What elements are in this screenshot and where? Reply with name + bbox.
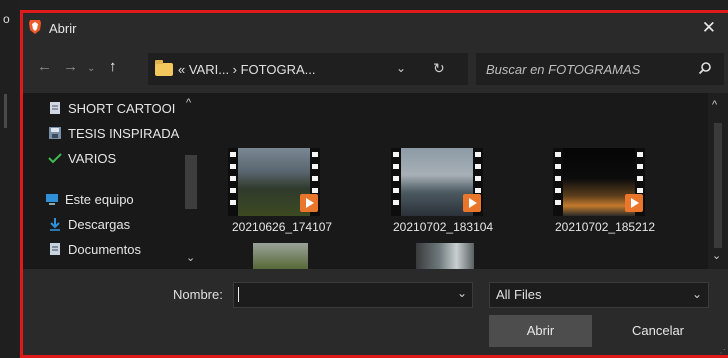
file-thumbnail[interactable] (416, 243, 474, 269)
sidebar-item-descargas[interactable]: Descargas (48, 217, 130, 237)
file-grid-scrollbar[interactable]: ^ ⌄ (708, 93, 728, 269)
navigation-pane: SHORT CARTOOI TESIS INSPIRADA VARIOS Est… (23, 93, 208, 269)
screen: o Abrir ✕ ← → ⌄ ↑ « VARI... › FOTOGRA...… (0, 0, 728, 358)
sidebar-item-label: VARIOS (68, 151, 117, 166)
save-disk-icon (49, 127, 61, 139)
sidebar-item-este-equipo[interactable]: Este equipo (45, 192, 134, 212)
filename-input[interactable] (233, 282, 473, 308)
chevron-down-icon[interactable]: ⌄ (396, 61, 406, 75)
up-arrow-icon[interactable]: ↑ (109, 59, 117, 75)
scroll-down-icon[interactable]: ⌄ (186, 251, 195, 264)
video-play-icon (463, 194, 481, 212)
navigation-bar: ← → ⌄ ↑ « VARI... › FOTOGRA... ⌄ ↻ Busca… (23, 43, 728, 93)
sidebar-item-documentos[interactable]: Documentos (48, 242, 141, 262)
address-path[interactable]: « VARI... › FOTOGRA... (178, 62, 315, 77)
filetype-select[interactable]: All Files ⌄ (489, 282, 709, 308)
document-icon (50, 243, 60, 255)
sidebar-item-label: Descargas (68, 217, 131, 232)
search-box[interactable]: Buscar en FOTOGRAMAS (476, 53, 724, 85)
cancel-button[interactable]: Cancelar (607, 315, 709, 347)
app-logo-icon (29, 20, 41, 34)
filename-label: Nombre: (173, 287, 223, 302)
download-icon (50, 218, 60, 231)
text-caret (238, 287, 239, 302)
chevron-down-icon[interactable]: ⌄ (87, 61, 95, 77)
chevron-down-icon[interactable]: ⌄ (692, 287, 702, 301)
scroll-up-icon[interactable]: ^ (712, 99, 717, 111)
search-icon[interactable] (698, 61, 712, 75)
refresh-icon[interactable]: ↻ (433, 60, 445, 77)
search-input[interactable]: Buscar en FOTOGRAMAS (486, 62, 640, 77)
back-arrow-icon[interactable]: ← (37, 59, 52, 75)
file-thumbnail[interactable] (253, 243, 308, 269)
file-name[interactable]: 20210702_183104 (393, 220, 493, 234)
film-strip (228, 148, 238, 216)
forward-arrow-icon[interactable]: → (63, 59, 78, 75)
chevron-down-icon[interactable]: ⌄ (457, 286, 467, 300)
dialog-footer: Nombre: ⌄ All Files ⌄ Abrir Cancelar ⋰ (23, 269, 728, 355)
background-scrollbar (4, 94, 7, 128)
open-button[interactable]: Abrir (489, 315, 592, 347)
file-grid: 20210626_174107 20210702_183104 20210702… (208, 93, 708, 269)
sidebar-item-varios[interactable]: VARIOS (48, 151, 116, 171)
open-file-dialog: Abrir ✕ ← → ⌄ ↑ « VARI... › FOTOGRA... ⌄… (20, 10, 728, 358)
sidebar-item-label: Este equipo (65, 192, 134, 207)
file-thumbnail[interactable] (391, 148, 483, 216)
document-icon (50, 102, 60, 114)
scroll-up-icon[interactable]: ^ (186, 97, 191, 109)
folder-icon (155, 60, 173, 76)
file-name[interactable]: 20210702_185212 (555, 220, 655, 234)
filetype-value[interactable]: All Files (496, 287, 542, 302)
background-glyph: o (3, 12, 10, 26)
sidebar-item-short-cartoon[interactable]: SHORT CARTOOI (48, 101, 175, 121)
file-thumbnail[interactable] (553, 148, 645, 216)
sidebar-item-label: TESIS INSPIRADA (68, 126, 180, 141)
title-bar: Abrir ✕ (23, 13, 728, 43)
film-strip (553, 148, 563, 216)
window-title: Abrir (49, 21, 77, 36)
sidebar-item-label: SHORT CARTOOI (68, 101, 176, 116)
file-name[interactable]: 20210626_174107 (232, 220, 332, 234)
file-grid-scroll-thumb[interactable] (714, 123, 722, 248)
video-play-icon (625, 194, 643, 212)
sidebar-item-tesis-inspirada[interactable]: TESIS INSPIRADA (48, 126, 179, 146)
scroll-down-icon[interactable]: ⌄ (712, 249, 721, 262)
sidebar-scroll-thumb[interactable] (185, 155, 197, 209)
film-strip (391, 148, 401, 216)
background-window-edge: o (0, 0, 18, 358)
sidebar-item-label: Documentos (68, 242, 141, 257)
computer-icon (46, 194, 58, 205)
file-thumbnail[interactable] (228, 148, 320, 216)
checkmark-icon (48, 153, 62, 164)
sidebar-scrollbar[interactable]: ^ ⌄ (181, 93, 201, 269)
address-bar[interactable]: « VARI... › FOTOGRA... ⌄ ↻ (148, 53, 468, 85)
video-play-icon (300, 194, 318, 212)
resize-grip-icon[interactable]: ⋰ (716, 348, 726, 355)
close-icon[interactable]: ✕ (702, 18, 716, 38)
